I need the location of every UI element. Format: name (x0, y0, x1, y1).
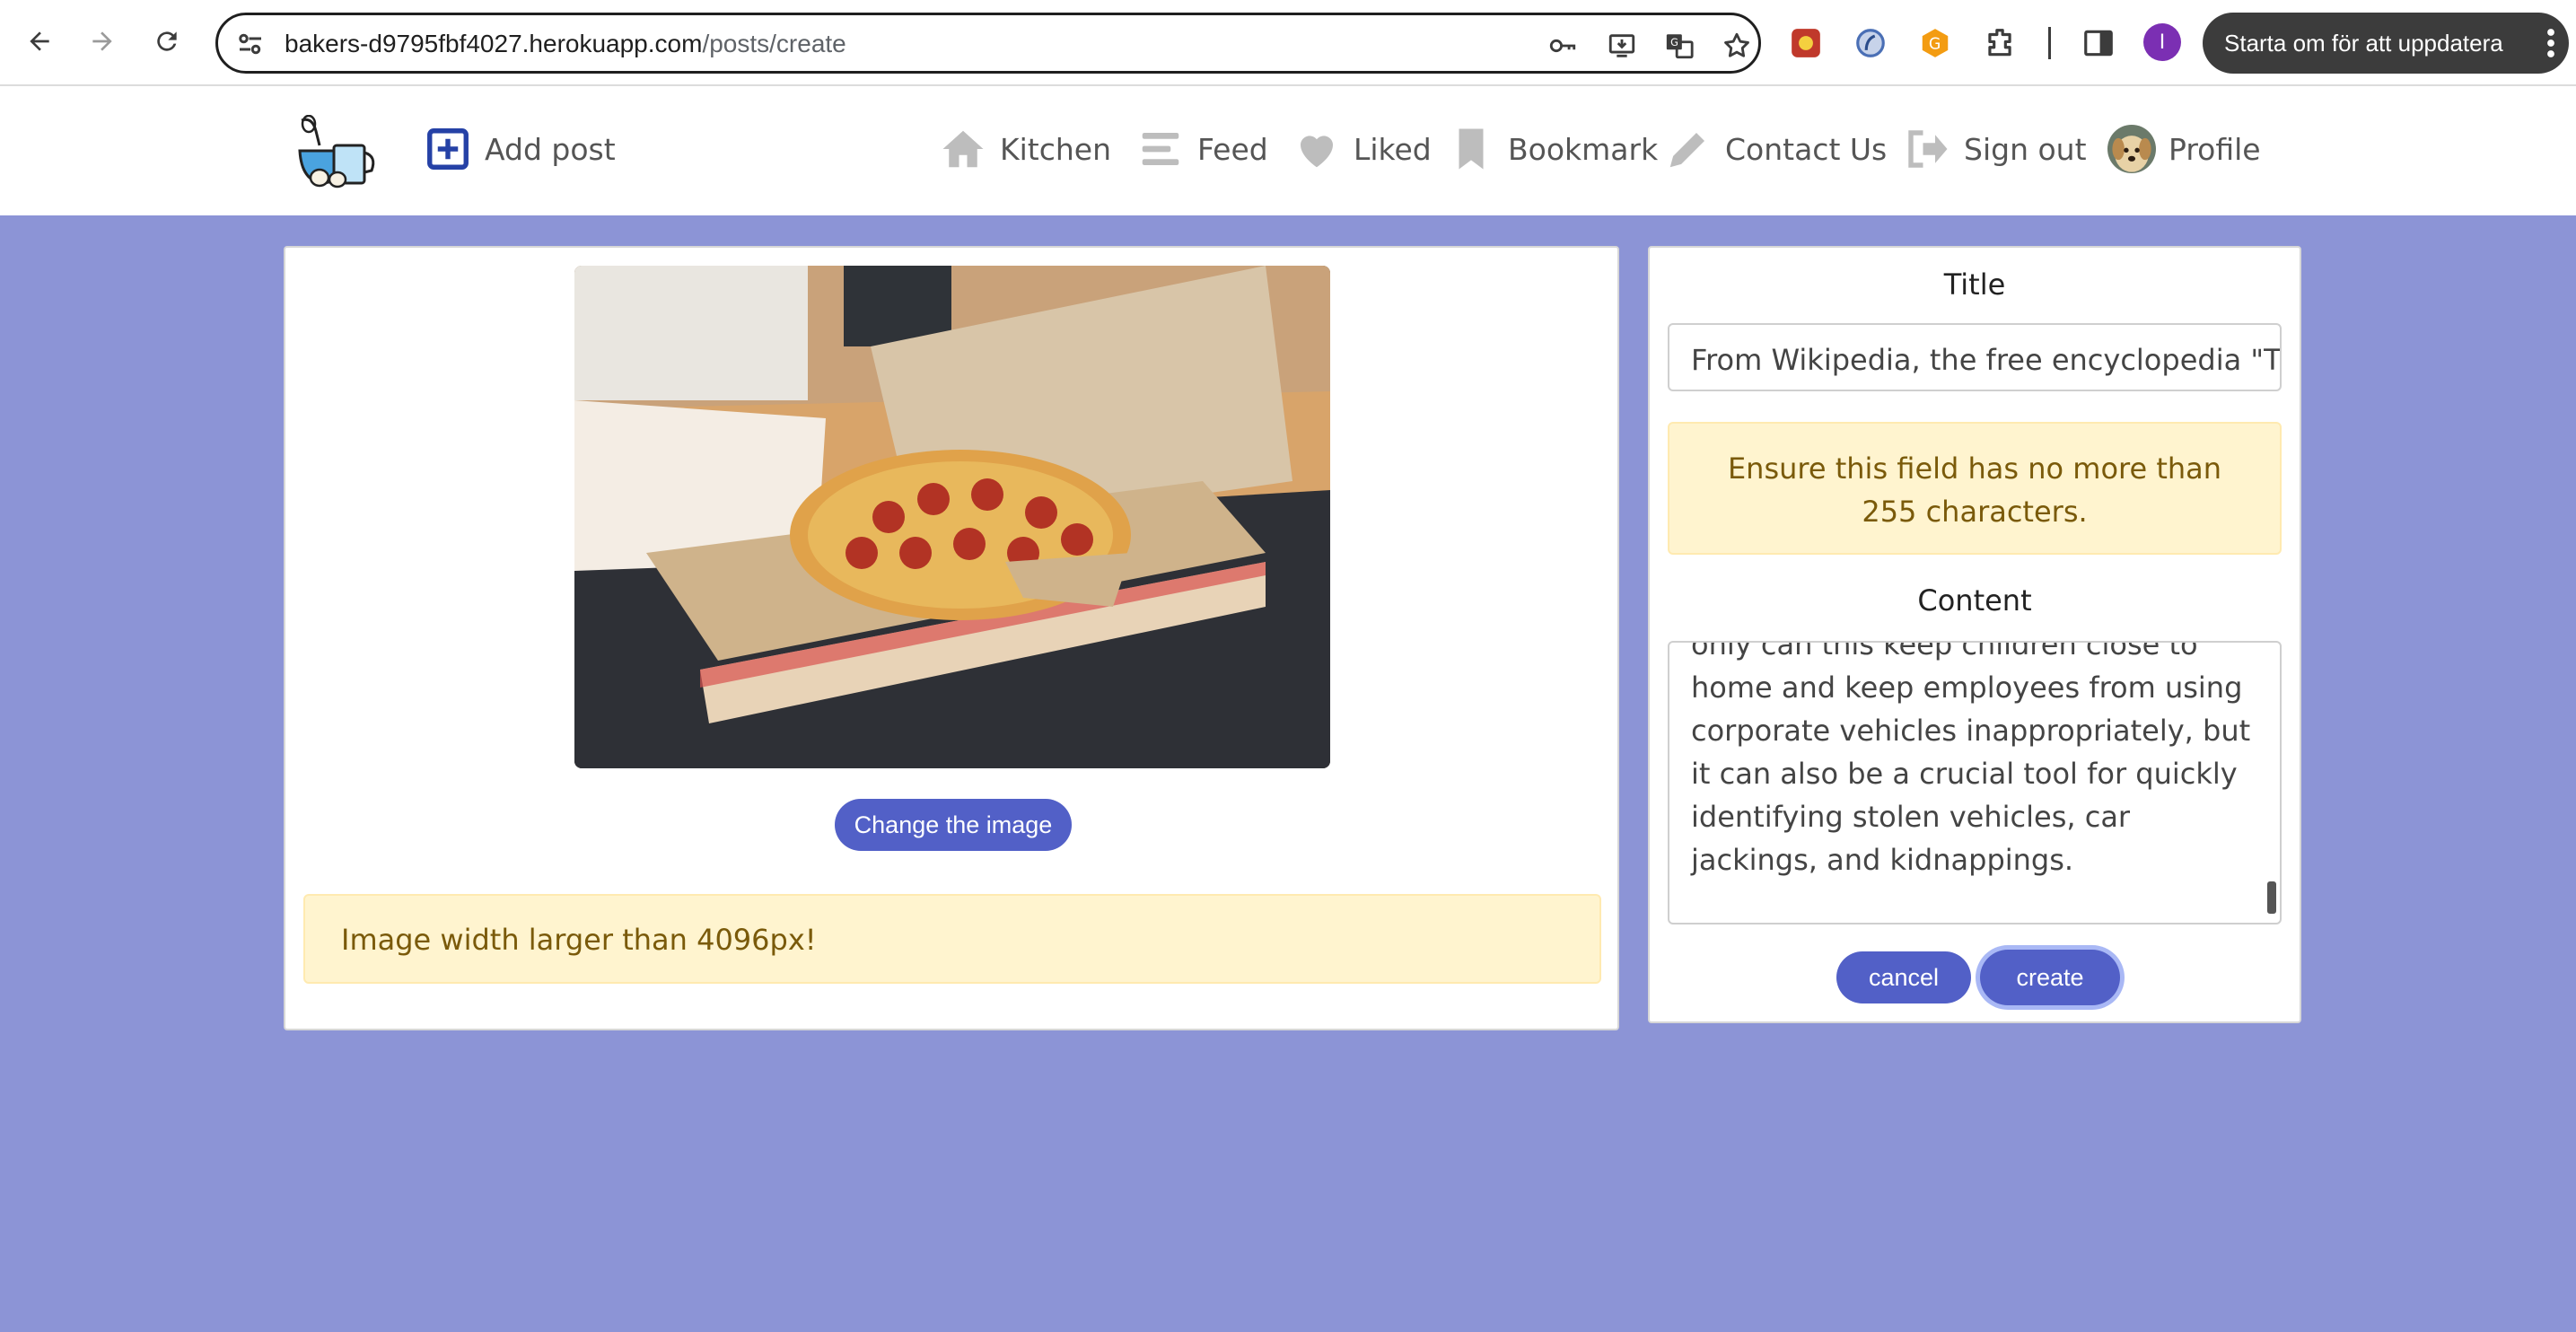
svg-text:G: G (1929, 35, 1941, 53)
nav-profile-label: Profile (2169, 131, 2261, 167)
url-path: /posts/create (702, 30, 846, 57)
sign-out-icon (1908, 130, 1948, 168)
app-navbar: Add post Kitchen Feed Liked Bookmark Con… (0, 86, 2576, 215)
content-label: Content (1917, 583, 2032, 618)
textarea-scrollbar[interactable] (2267, 881, 2276, 914)
cancel-button[interactable]: cancel (1836, 951, 1971, 1003)
nav-bookmark[interactable]: Bookmark (1447, 122, 1658, 176)
content-textarea[interactable]: only can this keep children close to hom… (1668, 641, 2282, 925)
site-settings-icon[interactable] (234, 28, 267, 60)
nav-liked-label: Liked (1354, 131, 1432, 167)
title-length-alert: Ensure this field has no more than 255 c… (1668, 422, 2282, 555)
home-icon (942, 130, 984, 168)
nav-sign-out-label: Sign out (1964, 131, 2087, 167)
nav-kitchen[interactable]: Kitchen (939, 122, 1111, 176)
nav-feed[interactable]: Feed (1136, 122, 1268, 176)
create-button[interactable]: create (1980, 950, 2120, 1005)
profile-avatar (2107, 125, 2156, 173)
kebab-menu-icon[interactable] (2545, 27, 2556, 59)
extension-circle-icon[interactable] (1851, 23, 1890, 63)
add-square-icon (427, 128, 469, 170)
extensions-icon[interactable] (1980, 23, 2020, 63)
change-image-button[interactable]: Change the image (835, 799, 1072, 851)
nav-contact[interactable]: Contact Us (1664, 122, 1887, 176)
bookmark-icon (1459, 128, 1484, 170)
toolbar-divider (2048, 27, 2051, 59)
image-width-alert: Image width larger than 4096px! (303, 894, 1601, 984)
extension-orange-icon[interactable]: G (1915, 23, 1955, 63)
nav-add-post[interactable]: Add post (424, 122, 616, 176)
nav-sign-out[interactable]: Sign out (1903, 122, 2087, 176)
url-host: bakers-d9795fbf4027.herokuapp.com (285, 30, 703, 57)
url-text: bakers-d9795fbf4027.herokuapp.com/posts/… (285, 30, 846, 58)
nav-feed-label: Feed (1197, 131, 1268, 167)
nav-kitchen-label: Kitchen (1000, 131, 1112, 167)
reload-icon[interactable] (145, 20, 188, 63)
translate-icon[interactable]: G (1661, 28, 1697, 64)
title-input[interactable]: From Wikipedia, the free encyclopedia "T… (1668, 323, 2282, 391)
install-app-icon[interactable] (1604, 28, 1640, 64)
browser-toolbar: bakers-d9795fbf4027.herokuapp.com/posts/… (0, 0, 2576, 86)
nav-bookmark-label: Bookmark (1508, 131, 1659, 167)
svg-text:G: G (1670, 36, 1678, 48)
post-form-card: Title From Wikipedia, the free encyclope… (1648, 246, 2301, 1023)
heart-icon (1301, 136, 1333, 168)
pencil-icon (1669, 133, 1704, 168)
address-bar[interactable]: bakers-d9795fbf4027.herokuapp.com/posts/… (215, 13, 1761, 74)
image-card: Change the image Image width larger than… (284, 246, 1619, 1030)
nav-contact-label: Contact Us (1725, 131, 1888, 167)
nav-add-post-label: Add post (485, 131, 616, 167)
bakers-logo-icon[interactable] (293, 115, 379, 190)
bookmark-star-icon[interactable] (1719, 28, 1755, 64)
update-button-label: Starta om för att uppdatera (2224, 29, 2503, 57)
nav-profile[interactable]: Profile (2107, 113, 2261, 185)
feed-lines-icon (1142, 133, 1179, 165)
nav-liked[interactable]: Liked (1292, 122, 1432, 176)
title-label: Title (1943, 267, 2006, 302)
extension-red-icon[interactable] (1786, 23, 1826, 63)
password-key-icon[interactable] (1545, 28, 1581, 64)
post-image-preview (574, 266, 1330, 768)
update-button[interactable]: Starta om för att uppdatera (2203, 13, 2569, 74)
browser-profile-avatar[interactable]: I (2143, 23, 2181, 61)
content-text: only can this keep children close to hom… (1691, 641, 2251, 877)
side-panel-icon[interactable] (2079, 23, 2118, 63)
back-icon[interactable] (18, 20, 61, 63)
forward-icon[interactable] (81, 20, 124, 63)
